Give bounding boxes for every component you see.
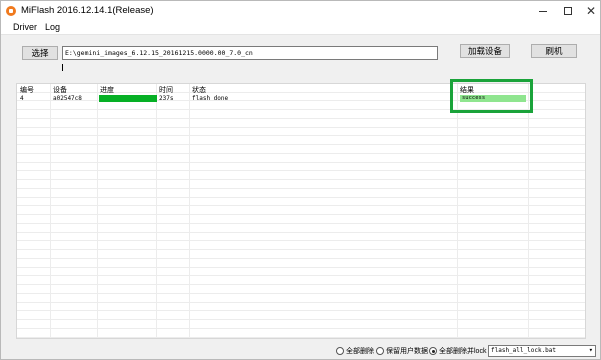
table-row [17,259,585,268]
rom-path-input[interactable]: E:\gemini_images_6.12.15_20161215.0000.0… [62,46,438,60]
label-clean-all: 全部删除 [346,348,374,355]
table-row [17,128,585,137]
header-progress: 进度 [100,87,114,94]
row-status: flash done [192,95,229,102]
header-status: 状态 [192,87,206,94]
minimize-icon [539,10,547,12]
select-folder-button[interactable]: 选择 [22,46,58,60]
table-row [17,215,585,224]
table-row [17,207,585,216]
table-row [17,163,585,172]
close-button[interactable]: ✕ [577,1,601,21]
table-row [17,268,585,277]
window-title: MiFlash 2016.12.14.1(Release) [21,5,154,16]
table-row [17,224,585,233]
device-table: 编号 设备 进度 时间 状态 结果 4 a02547c8 237s flash … [16,83,586,339]
maximize-icon [564,7,572,15]
table-row [17,242,585,251]
header-id: 编号 [20,87,34,94]
table-row [17,198,585,207]
table-row [17,303,585,312]
close-icon: ✕ [585,4,597,18]
table-row [17,285,585,294]
text-caret [62,64,63,71]
radio-save-user-data[interactable] [376,347,384,355]
table-row [17,277,585,286]
table-row [17,172,585,181]
table-row [17,119,585,128]
chevron-down-icon: ▾ [588,346,593,354]
title-bar: MiFlash 2016.12.14.1(Release) ✕ [1,1,600,21]
menu-log[interactable]: Log [45,22,60,32]
mi-logo-icon [6,6,16,16]
table-row [17,312,585,321]
table-row [17,145,585,154]
minimize-button[interactable] [529,1,557,21]
table-row [17,154,585,163]
label-clean-all-and-lock: 全部删除并lock [439,348,487,355]
radio-clean-all[interactable] [336,347,344,355]
bottom-options-bar: 全部删除 保留用户数据 全部删除并lock flash_all_lock.bat… [1,342,600,359]
result-highlight-box [450,79,533,113]
table-row [17,233,585,242]
table-row [17,320,585,329]
table-row [17,329,585,338]
flash-button[interactable]: 刷机 [531,44,577,58]
row-time: 237s [159,95,174,102]
progress-fill [99,95,157,102]
flash-script-select[interactable]: flash_all_lock.bat ▾ [488,345,596,357]
table-row [17,250,585,259]
row-id: 4 [20,95,24,102]
miflash-window: MiFlash 2016.12.14.1(Release) ✕ Driver L… [0,0,601,360]
row-device: a02547c8 [53,95,82,102]
menu-bar: Driver Log [1,21,600,35]
table-row [17,294,585,303]
table-row [17,137,585,146]
label-save-user-data: 保留用户数据 [386,348,428,355]
table-row [17,189,585,198]
header-device: 设备 [53,87,67,94]
load-device-button[interactable]: 加载设备 [460,44,510,58]
table-row [17,180,585,189]
radio-clean-all-and-lock[interactable] [429,347,437,355]
header-time: 时间 [159,87,173,94]
row-progress-bar [99,95,157,102]
menu-driver[interactable]: Driver [13,22,37,32]
flash-script-value: flash_all_lock.bat [491,347,557,354]
